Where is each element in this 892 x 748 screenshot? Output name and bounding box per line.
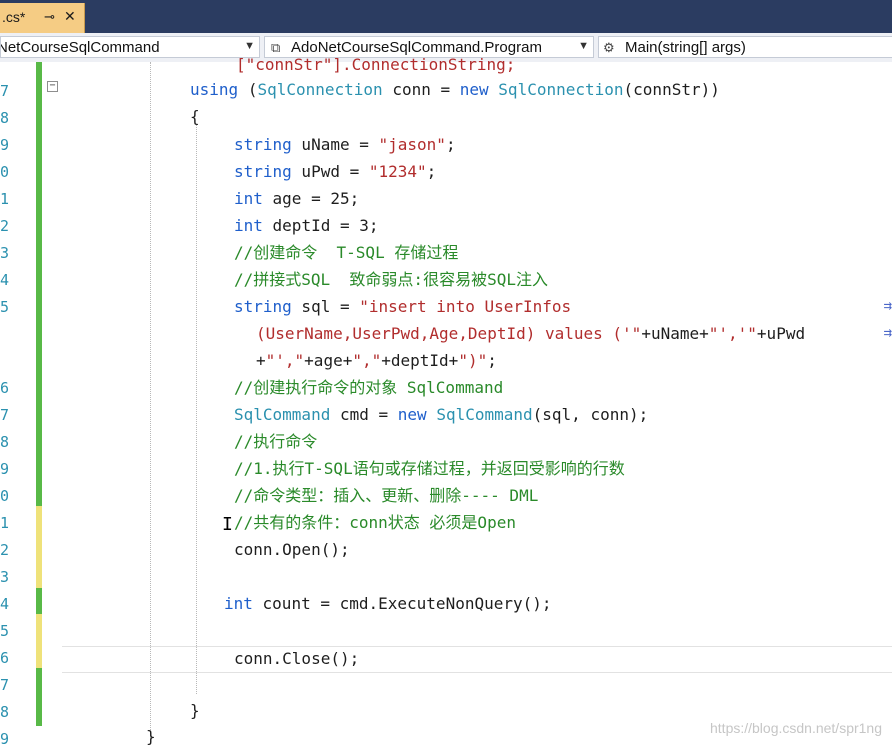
line-number: 5 — [0, 298, 10, 316]
line-number: 2 — [0, 217, 10, 235]
code-line: string sql = "insert into UserInfos — [234, 297, 572, 316]
code-line: int count = cmd.ExecuteNonQuery(); — [224, 594, 552, 613]
line-number: 5 — [0, 622, 10, 640]
collapse-toggle[interactable]: − — [47, 81, 58, 92]
line-number: 8 — [0, 703, 10, 721]
code-comment: //共有的条件：conn状态 必须是Open — [234, 513, 516, 532]
method-icon: ⚙ — [603, 40, 615, 55]
code-comment: //拼接式SQL 致命弱点:很容易被SQL注入 — [234, 270, 548, 289]
code-comment: //创建执行命令的对象 SqlCommand — [234, 378, 504, 397]
chevron-down-icon: ▼ — [578, 40, 589, 52]
line-number: 7 — [0, 82, 10, 100]
code-line-wrapped: (UserName,UserPwd,Age,DeptId) values ('"… — [256, 324, 806, 343]
change-bar-saved — [36, 62, 42, 506]
pin-icon[interactable]: ⊸ — [44, 9, 55, 25]
line-number: 6 — [0, 379, 10, 397]
line-number: 9 — [0, 460, 10, 478]
document-tab[interactable]: .cs* ⊸ ✕ — [0, 3, 85, 33]
watermark: https://blog.csdn.net/spr1ng — [710, 720, 882, 736]
code-line: { — [190, 107, 200, 126]
line-number: 2 — [0, 541, 10, 559]
wrap-continuation-icon: ⇉ — [883, 325, 892, 341]
line-number: 6 — [0, 649, 10, 667]
code-comment: //创建命令 T-SQL 存储过程 — [234, 243, 459, 262]
code-comment: //命令类型：插入、更新、删除---- DML — [234, 486, 539, 505]
code-line: string uName = "jason"; — [234, 135, 456, 154]
line-number-gutter: 7 8 9 0 1 2 3 4 5 6 7 8 9 0 1 2 3 4 5 6 … — [0, 62, 28, 748]
line-number: 3 — [0, 568, 10, 586]
code-line: int deptId = 3; — [234, 216, 379, 235]
line-number: 4 — [0, 271, 10, 289]
member-dropdown[interactable]: ⚙ Main(string[] args) — [598, 36, 892, 58]
code-line: } — [190, 701, 200, 720]
line-number: 0 — [0, 163, 10, 181]
code-line-wrapped: +"',"+age+","+deptId+")"; — [256, 351, 497, 370]
indent-guide — [150, 62, 151, 742]
line-number: 8 — [0, 433, 10, 451]
member-dropdown-value: Main(string[] args) — [625, 39, 746, 56]
code-line: SqlCommand cmd = new SqlCommand(sql, con… — [234, 405, 649, 424]
indent-guide — [196, 124, 197, 694]
code-line: } — [146, 727, 156, 746]
line-number: 8 — [0, 109, 10, 127]
line-number: 1 — [0, 190, 10, 208]
line-number: 0 — [0, 487, 10, 505]
line-number: 9 — [0, 136, 10, 154]
line-number: 9 — [0, 730, 10, 748]
project-dropdown-value: NetCourseSqlCommand — [0, 39, 160, 56]
line-number: 7 — [0, 676, 10, 694]
project-dropdown[interactable]: NetCourseSqlCommand ▼ — [0, 36, 260, 58]
line-number: 1 — [0, 514, 10, 532]
text-cursor-icon: I — [222, 514, 233, 535]
chevron-down-icon: ▼ — [244, 40, 255, 52]
wrap-continuation-icon: ⇉ — [883, 298, 892, 314]
change-bar-saved — [36, 588, 42, 614]
change-bar-unsaved — [36, 506, 42, 588]
line-number: 3 — [0, 244, 10, 262]
code-comment: //执行命令 — [234, 432, 318, 451]
code-comment: //1.执行T-SQL语句或存储过程，并返回受影响的行数 — [234, 459, 625, 478]
line-number: 4 — [0, 595, 10, 613]
code-editor[interactable]: 7 8 9 0 1 2 3 4 5 6 7 8 9 0 1 2 3 4 5 6 … — [0, 55, 892, 748]
line-number: 7 — [0, 406, 10, 424]
code-line: conn.Close(); — [234, 649, 360, 668]
code-line: ["connStr"].ConnectionString; — [236, 55, 516, 74]
code-line: string uPwd = "1234"; — [234, 162, 437, 181]
code-line: conn.Open(); — [234, 540, 350, 559]
change-bar-unsaved — [36, 614, 42, 668]
change-bar-saved — [36, 668, 42, 726]
current-line-highlight — [62, 646, 892, 673]
document-tab-title: .cs* — [2, 9, 26, 25]
close-icon[interactable]: ✕ — [64, 8, 76, 25]
document-tab-strip: .cs* ⊸ ✕ — [0, 0, 892, 33]
code-line: int age = 25; — [234, 189, 360, 208]
code-line: using (SqlConnection conn = new SqlConne… — [190, 80, 720, 99]
